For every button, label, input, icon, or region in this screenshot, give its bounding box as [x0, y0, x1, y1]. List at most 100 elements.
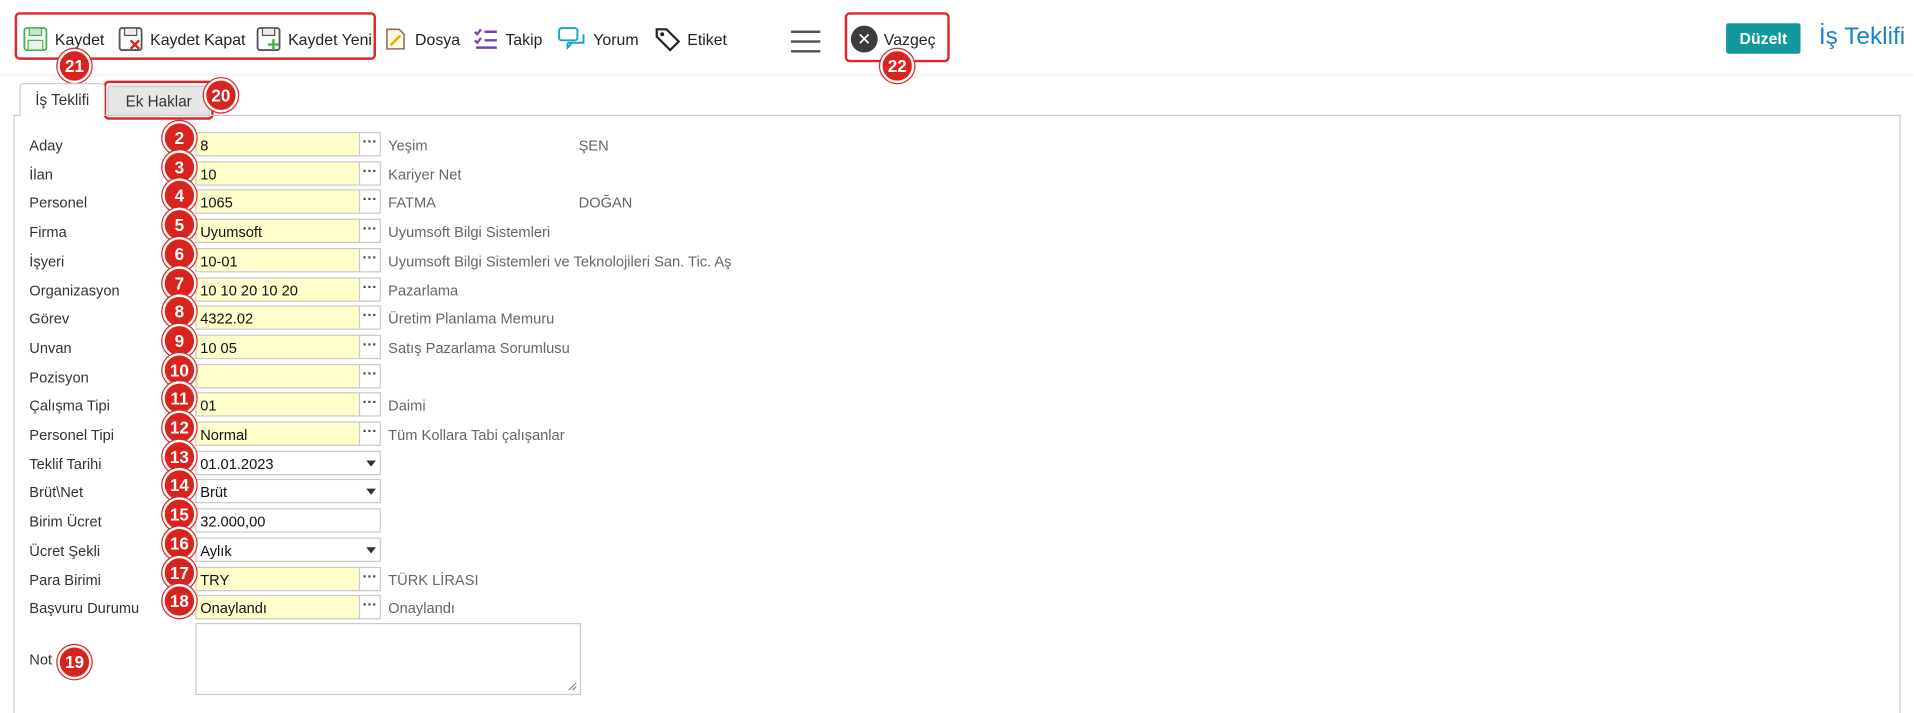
resize-grip-icon [568, 682, 577, 691]
lookup-button[interactable]: ··· [358, 160, 381, 186]
file-icon [382, 26, 409, 53]
edit-button[interactable]: Düzelt [1726, 23, 1801, 54]
file-button[interactable]: Dosya [382, 22, 460, 56]
field-description: Kariyer Net [388, 165, 462, 183]
field-input[interactable] [195, 363, 361, 388]
note-textarea[interactable] [195, 623, 582, 696]
field-input[interactable]: 8 [195, 131, 361, 157]
annotation-badge: 18 [162, 584, 197, 619]
field-description: TÜRK LİRASI [388, 571, 479, 589]
lookup-button[interactable]: ··· [358, 421, 381, 446]
field-input[interactable]: 10 [195, 160, 361, 186]
form-row: Birim Ücret 32.000,00 15 [0, 497, 854, 535]
menu-icon[interactable] [791, 30, 821, 60]
field-input[interactable]: Brüt [195, 479, 381, 504]
lookup-button[interactable]: ··· [358, 363, 381, 388]
comment-button[interactable]: Yorum [558, 22, 639, 56]
annotation-badge: 19 [57, 645, 92, 680]
lookup-button[interactable]: ··· [358, 566, 381, 591]
field-input[interactable]: 32.000,00 [195, 508, 381, 533]
field-input[interactable]: Aylık [195, 537, 381, 562]
file-label: Dosya [415, 29, 461, 49]
form-row: Unvan 10 05 ··· Satış Pazarlama Sorumlusu 9 [0, 323, 854, 362]
form-row: Görev 4322.02 ··· Üretim Planlama Memuru 8 [0, 294, 854, 333]
field-label: Personel [29, 194, 88, 212]
form-row: İlan 10 ··· Kariyer Net 3 [0, 149, 854, 188]
field-description: Pazarlama [388, 281, 459, 299]
tag-button[interactable]: Etiket [654, 22, 727, 56]
field-label: Birim Ücret [29, 513, 102, 531]
field-label: Görev [29, 310, 70, 328]
lookup-button[interactable]: ··· [358, 334, 381, 360]
lookup-button[interactable]: ··· [358, 247, 381, 273]
checklist-icon [472, 26, 499, 53]
comment-icon [558, 26, 587, 53]
field-description: Uyumsoft Bilgi Sistemleri [388, 223, 551, 241]
field-input[interactable]: 01.01.2023 [195, 450, 381, 475]
form-row: Ücret Şekli Aylık 16 [0, 526, 854, 564]
lookup-button[interactable]: ··· [358, 218, 381, 244]
form-row: Personel 1065 ··· FATMA DOĞAN 4 [0, 178, 854, 217]
field-input[interactable]: 10 05 [195, 334, 361, 360]
field-label: Not [29, 651, 53, 669]
field-label: Firma [29, 223, 67, 241]
field-description: Tüm Kollara Tabi çalışanlar [388, 426, 565, 444]
field-description: Yeşim [388, 136, 428, 154]
field-input[interactable]: 10-01 [195, 247, 361, 273]
lookup-button[interactable]: ··· [358, 305, 381, 331]
lookup-button[interactable]: ··· [358, 276, 381, 302]
lookup-button[interactable]: ··· [358, 595, 381, 620]
page-title: İş Teklifi [1818, 23, 1906, 51]
comment-label: Yorum [593, 29, 639, 49]
follow-button[interactable]: Takip [472, 22, 542, 56]
form-row: Personel Tipi Normal ··· Tüm Kollara Tabi ç… [0, 410, 854, 448]
field-label: Çalışma Tipi [29, 397, 110, 415]
field-description: Satış Pazarlama Sorumlusu [388, 339, 570, 357]
field-description: Onaylandı [388, 600, 455, 618]
field-input[interactable]: 4322.02 [195, 305, 361, 331]
field-description-secondary: ŞEN [578, 136, 609, 154]
field-input[interactable]: TRY [195, 566, 361, 591]
chevron-down-icon[interactable] [366, 489, 376, 496]
field-label: Brüt\Net [29, 484, 84, 502]
chevron-down-icon[interactable] [366, 547, 376, 554]
form-row: Para Birimi TRY ··· TÜRK LİRASI 17 [0, 555, 854, 593]
form-row: Çalışma Tipi 01 ··· Daimi 11 [0, 381, 854, 419]
tag-label: Etiket [687, 29, 727, 49]
field-input[interactable]: 01 [195, 392, 361, 417]
annotation-badge: 20 [203, 78, 239, 113]
form-row: Pozisyon ··· 10 [0, 352, 854, 391]
field-input[interactable]: 1065 [195, 189, 361, 215]
field-label: Teklif Tarihi [29, 455, 102, 473]
field-input[interactable]: Onaylandı [195, 595, 361, 620]
annotation-badge: 21 [57, 48, 92, 84]
field-label: İlan [29, 165, 53, 183]
field-label: Personel Tipi [29, 426, 114, 444]
form-row: Firma Uyumsoft ··· Uyumsoft Bilgi Sistemler… [0, 207, 854, 246]
field-description: Üretim Planlama Memuru [388, 310, 555, 328]
field-label: Başvuru Durumu [29, 600, 140, 618]
annotation-badge: 22 [880, 48, 915, 84]
follow-label: Takip [505, 29, 543, 49]
field-label: İşyeri [29, 252, 65, 270]
field-description: Daimi [388, 397, 426, 415]
field-input[interactable]: Normal [195, 421, 361, 446]
field-label: Aday [29, 136, 63, 154]
field-label: Organizasyon [29, 281, 120, 299]
lookup-button[interactable]: ··· [358, 131, 381, 157]
field-input[interactable]: Uyumsoft [195, 218, 361, 244]
field-label: Para Birimi [29, 571, 101, 589]
chevron-down-icon[interactable] [366, 460, 376, 467]
form-row: Başvuru Durumu Onaylandı ··· Onaylandı 18 [0, 584, 854, 622]
form-row: Brüt\Net Brüt 14 [0, 468, 854, 506]
field-input[interactable]: 10 10 20 10 20 [195, 276, 361, 302]
tab-is-teklifi[interactable]: İş Teklifi [19, 83, 105, 117]
field-label: Ücret Şekli [29, 542, 101, 560]
form-row: Aday 8 ··· Yeşim ŞEN 2 [0, 120, 854, 159]
lookup-button[interactable]: ··· [358, 189, 381, 215]
form-row: Organizasyon 10 10 20 10 20 ··· Pazarlama 7 [0, 265, 854, 304]
field-label: Unvan [29, 339, 72, 357]
field-description: FATMA [388, 194, 436, 212]
tag-icon [654, 26, 681, 53]
lookup-button[interactable]: ··· [358, 392, 381, 417]
